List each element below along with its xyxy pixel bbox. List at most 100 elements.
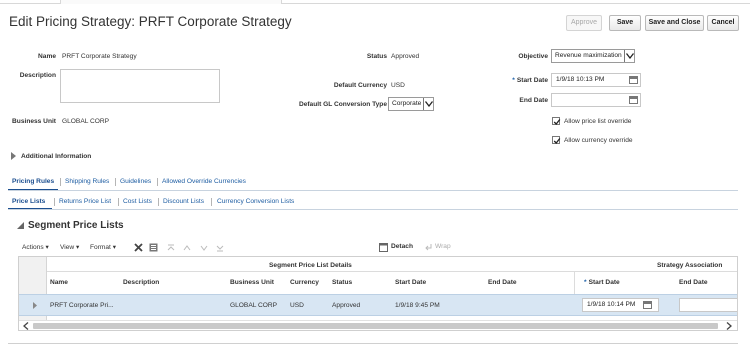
allow-price-list-override-label: Allow price list override <box>564 118 632 125</box>
column-header-end-date[interactable]: End Date <box>488 279 517 286</box>
tab-separator <box>60 178 61 186</box>
objective-select[interactable]: Revenue maximization <box>551 49 635 63</box>
detach-icon[interactable] <box>379 243 388 254</box>
status-label: Status <box>366 53 387 60</box>
start-date-label: * Start Date <box>512 77 548 84</box>
delete-icon[interactable] <box>134 243 143 254</box>
group-header-details: Segment Price List Details <box>269 262 352 269</box>
tab-shipping-rules[interactable]: Shipping Rules <box>65 178 109 185</box>
default-currency-label: Default Currency <box>333 82 387 89</box>
end-date-label: End Date <box>519 97 548 104</box>
actions-menu[interactable]: Actions ▾ <box>22 243 49 251</box>
table-row[interactable]: PRFT Corporate Pri... GLOBAL CORP USD Ap… <box>19 294 737 316</box>
additional-information-header[interactable]: Additional Information <box>21 153 91 160</box>
horizontal-scrollbar[interactable] <box>19 320 737 330</box>
cancel-button[interactable]: Cancel <box>707 15 739 31</box>
status-value: Approved <box>391 53 420 60</box>
description-field[interactable] <box>60 69 220 103</box>
calendar-icon[interactable] <box>629 76 638 84</box>
group-header-row <box>47 257 737 272</box>
save-button[interactable]: Save <box>609 15 641 31</box>
column-header-description[interactable]: Description <box>123 279 159 286</box>
start-date-value: 1/9/18 10:13 PM <box>556 76 605 83</box>
gl-conversion-type-select[interactable]: Corporate <box>388 97 434 111</box>
column-header-status[interactable]: Status <box>332 279 352 286</box>
allow-price-list-override-checkbox[interactable] <box>552 117 561 125</box>
wrap-button[interactable]: Wrap <box>435 243 451 250</box>
subtab-bar-divider <box>8 209 738 210</box>
tab-separator <box>211 198 212 206</box>
move-down-icon[interactable] <box>200 244 208 254</box>
format-menu[interactable]: Format ▾ <box>90 243 116 251</box>
subtab-discount-lists[interactable]: Discount Lists <box>163 198 204 205</box>
scroll-right-icon[interactable] <box>726 322 732 330</box>
expand-triangle-icon[interactable] <box>11 152 17 162</box>
export-icon[interactable] <box>149 243 158 254</box>
scroll-left-icon[interactable] <box>23 322 29 330</box>
start-date-input[interactable]: 1/9/18 10:13 PM <box>551 73 641 87</box>
group-header-strategy: Strategy Association <box>657 262 723 269</box>
collapse-triangle-icon[interactable] <box>17 222 24 231</box>
tab-separator <box>54 198 55 206</box>
subtab-returns-price-list[interactable]: Returns Price List <box>59 198 111 205</box>
tab-allowed-override-currencies[interactable]: Allowed Override Currencies <box>162 178 246 185</box>
name-label: Name <box>38 53 56 60</box>
scrollbar-thumb[interactable] <box>33 323 718 329</box>
tab-separator <box>157 178 158 186</box>
row-assoc-start-date-value: 1/9/18 10:14 PM <box>587 301 636 308</box>
tab-pricing-rules[interactable]: Pricing Rules <box>12 178 54 185</box>
column-header-business-unit[interactable]: Business Unit <box>230 279 274 286</box>
allow-currency-override-checkbox[interactable] <box>552 136 561 144</box>
segment-price-lists-table: Segment Price List Details Strategy Asso… <box>18 256 738 331</box>
column-header-currency[interactable]: Currency <box>290 279 319 286</box>
objective-label: Objective <box>518 53 548 60</box>
row-name-link[interactable]: PRFT Corporate Pri... <box>50 302 114 309</box>
row-business-unit: GLOBAL CORP <box>230 302 278 309</box>
calendar-icon[interactable] <box>643 301 652 309</box>
window-tab-fragment <box>60 0 282 4</box>
subtab-currency-conversion-lists[interactable]: Currency Conversion Lists <box>217 198 294 205</box>
required-indicator: * <box>512 77 515 84</box>
default-currency-value: USD <box>391 82 405 89</box>
column-header-assoc-start-date[interactable]: * Start Date <box>584 279 620 286</box>
end-date-input[interactable] <box>551 93 641 107</box>
chevron-down-icon <box>423 98 433 110</box>
subtab-price-lists[interactable]: Price Lists <box>12 198 45 205</box>
row-start-date: 1/9/18 9:45 PM <box>395 302 440 309</box>
detach-button[interactable]: Detach <box>391 243 413 250</box>
chevron-down-icon <box>624 50 634 62</box>
move-up-icon[interactable] <box>183 244 191 254</box>
column-header-name[interactable]: Name <box>50 279 68 286</box>
view-menu[interactable]: View ▾ <box>60 243 79 251</box>
group-divider <box>574 272 575 294</box>
business-unit-label: Business Unit <box>12 118 56 125</box>
row-status: Approved <box>332 302 361 309</box>
row-assoc-end-date-input[interactable] <box>679 298 737 312</box>
tab-guidelines[interactable]: Guidelines <box>120 178 151 185</box>
tab-separator <box>158 198 159 206</box>
allow-currency-override-label: Allow currency override <box>564 137 633 144</box>
save-and-close-button[interactable]: Save and Close <box>645 15 704 31</box>
column-header-assoc-end-date[interactable]: End Date <box>679 279 708 286</box>
top-border <box>0 0 750 4</box>
tab-bar-divider <box>8 190 738 191</box>
objective-value: Revenue maximization <box>555 52 622 59</box>
name-value: PRFT Corporate Strategy <box>62 53 137 60</box>
tab-separator <box>115 178 116 186</box>
move-bottom-icon[interactable] <box>216 244 224 254</box>
row-expand-icon[interactable] <box>33 302 38 311</box>
business-unit-value: GLOBAL CORP <box>62 118 110 125</box>
calendar-icon[interactable] <box>629 96 638 104</box>
subtab-cost-lists[interactable]: Cost Lists <box>123 198 152 205</box>
column-header-start-date[interactable]: Start Date <box>395 279 426 286</box>
approve-button[interactable]: Approve <box>566 15 602 31</box>
tab-separator <box>118 198 119 206</box>
move-top-icon[interactable] <box>167 244 175 254</box>
gl-conversion-type-label: Default GL Conversion Type <box>298 101 387 108</box>
wrap-icon[interactable] <box>424 243 433 254</box>
section-title: Segment Price Lists <box>28 220 124 231</box>
description-label: Description <box>19 72 56 79</box>
page-title: Edit Pricing Strategy: PRFT Corporate St… <box>9 14 292 29</box>
gl-conversion-type-value: Corporate <box>392 100 422 107</box>
row-currency: USD <box>290 302 304 309</box>
